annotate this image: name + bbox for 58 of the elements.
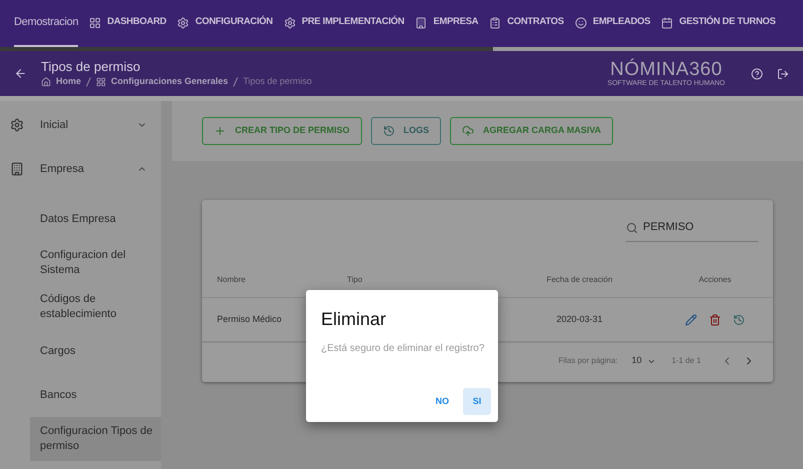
home-icon	[41, 77, 51, 87]
cloud-upload-icon	[462, 125, 474, 137]
column-header: Fecha de creación	[546, 274, 612, 286]
building-icon	[415, 16, 428, 28]
settings-icon	[177, 16, 190, 28]
table-cell: Permiso Médico	[217, 314, 282, 324]
rows-per-page-label: Filas por página:	[558, 355, 618, 367]
nav-tab[interactable]: CONFIGURACIÓN	[177, 0, 273, 47]
rows-per-page-select[interactable]: 10	[632, 354, 656, 368]
sidebar-item[interactable]: Empresa	[0, 147, 161, 191]
table-cell-text: 2020-03-31	[556, 312, 603, 326]
breadcrumb-separator-icon	[86, 77, 92, 87]
search-field[interactable]: PERMISO	[626, 214, 758, 242]
delete-icon[interactable]	[709, 314, 721, 326]
page-range: 1-1 de 1	[672, 355, 701, 367]
sidebar-item[interactable]: Inicial	[0, 103, 161, 147]
column-header: Tipo	[347, 274, 362, 284]
dialog-message: ¿Está seguro de eliminar el registro?	[321, 342, 484, 356]
breadcrumb-link[interactable]: Home	[56, 75, 82, 89]
breadcrumb-link[interactable]: Tipos de permiso	[243, 75, 312, 89]
back-arrow-icon[interactable]	[14, 67, 27, 80]
dialog-button[interactable]: NO	[428, 388, 457, 415]
clipboard-icon	[489, 16, 502, 28]
history-icon[interactable]	[733, 314, 745, 326]
dialog-title: Eliminar	[321, 308, 388, 330]
nav-tab[interactable]: EMPRESA	[415, 0, 478, 47]
nav-tab[interactable]: DASHBOARD	[89, 0, 166, 47]
settings-icon	[284, 16, 296, 28]
plus-icon	[214, 125, 226, 137]
logo-wordmark: NÓMINA360	[610, 60, 722, 78]
sidebar-subitem[interactable]: Códigos de establecimiento	[30, 285, 161, 329]
grid-icon	[89, 16, 102, 28]
column-header: Nombre	[217, 274, 246, 284]
sidebar-subitem[interactable]: Bancos	[30, 373, 161, 417]
history-icon	[382, 125, 395, 137]
nav-tab[interactable]: PRE IMPLEMENTACIÓN	[284, 0, 404, 47]
help-icon[interactable]	[751, 68, 763, 80]
sidebar-subitem[interactable]: Configuracion del Sistema	[30, 241, 161, 285]
grid-icon	[96, 77, 106, 87]
column-header: Acciones	[698, 274, 732, 286]
nav-tab[interactable]: CONTRATOS	[489, 0, 564, 47]
breadcrumb-link[interactable]: Configuraciones Generales	[111, 75, 228, 89]
nav-tab[interactable]: EMPLEADOS	[574, 0, 650, 47]
settings-icon	[10, 118, 24, 132]
calendar-icon	[661, 16, 674, 28]
logout-icon[interactable]	[777, 68, 789, 80]
sidebar-subitem[interactable]: Configuracion Tipos de permiso	[30, 417, 161, 461]
building-icon	[10, 162, 24, 176]
breadcrumb-separator-icon	[233, 77, 238, 87]
dialog-button[interactable]: SI	[463, 388, 491, 415]
sidebar-subitem[interactable]: Cargos	[30, 329, 161, 373]
search-icon	[626, 222, 638, 234]
page-title: Tipos de permiso	[41, 58, 142, 76]
edit-icon[interactable]	[685, 314, 697, 326]
nav-tab[interactable]: GESTIÓN DE TURNOS	[661, 0, 776, 47]
face-icon	[574, 16, 587, 28]
sidebar-subitem[interactable]: Datos Empresa	[30, 197, 161, 241]
toolbar-button[interactable]: LOGS	[370, 117, 442, 145]
